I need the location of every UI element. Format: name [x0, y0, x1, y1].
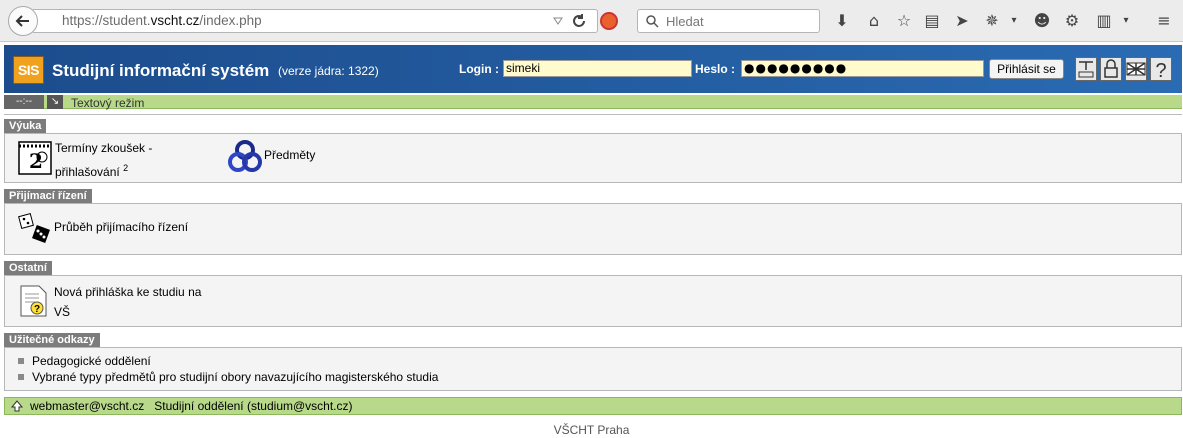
home-icon[interactable]: ⌂: [864, 11, 884, 31]
help-button[interactable]: ?: [1150, 57, 1172, 81]
new-application-link[interactable]: Nová přihláška ke studiu na: [54, 284, 201, 300]
search-placeholder: Hledat: [666, 14, 704, 29]
chat-icon[interactable]: ☻: [1032, 11, 1052, 31]
search-input[interactable]: [637, 9, 820, 33]
exam-terms-link-line2[interactable]: přihlašování 2: [55, 160, 128, 180]
login-label: Login :: [459, 62, 499, 76]
bullet-icon: [18, 358, 24, 364]
sis-logo[interactable]: SIS: [13, 56, 44, 84]
section-ostatni: [4, 275, 1182, 327]
new-application-link-line2[interactable]: VŠ: [54, 304, 70, 320]
version-label: (verze jádra: 1322): [278, 64, 379, 78]
extension-menu-icon[interactable]: ▾: [1004, 11, 1024, 31]
extension2-icon[interactable]: ⚙: [1062, 11, 1082, 31]
question-mark-icon: ?: [1155, 60, 1166, 80]
bookmark-star-icon[interactable]: ☆: [894, 11, 914, 31]
uk-flag-icon: [1126, 62, 1146, 76]
section-title-ostatni: Ostatní: [4, 261, 52, 275]
keyboard-toggle-button[interactable]: [1075, 57, 1097, 81]
divider: [4, 114, 1182, 115]
section-vyuka: [4, 133, 1182, 183]
reading-list-icon[interactable]: ▤: [922, 11, 942, 31]
lock-icon: [1104, 59, 1118, 78]
link-subject-types[interactable]: Vybrané typy předmětů pro studijní obory…: [32, 369, 438, 385]
collapse-arrow-icon[interactable]: ↘: [47, 95, 63, 109]
institution-name: VŠCHT Praha: [553, 423, 630, 437]
download-icon[interactable]: ⬇: [832, 11, 852, 31]
section-title-odkazy: Užitečné odkazy: [4, 333, 100, 347]
url-text[interactable]: https://student.vscht.cz/index.php: [62, 13, 262, 28]
login-field[interactable]: simeki: [503, 60, 692, 77]
back-arrow-icon: [15, 15, 29, 27]
section-title-prijimaci: Přijímací řízení: [4, 189, 92, 203]
addon-blocker-icon[interactable]: [600, 12, 618, 30]
language-button[interactable]: [1125, 57, 1147, 81]
send-icon[interactable]: ➤: [952, 11, 972, 31]
svg-text:?: ?: [34, 304, 40, 315]
hamburger-menu-icon[interactable]: ≡: [1154, 11, 1174, 31]
subjects-knot-icon[interactable]: [227, 139, 263, 175]
subjects-link[interactable]: Předměty: [264, 147, 315, 163]
tool-strip: [4, 95, 1182, 109]
exam-terms-link[interactable]: Termíny zkoušek -: [55, 140, 152, 156]
extension-icon[interactable]: ✵: [982, 11, 1002, 31]
exam-terms-icon[interactable]: 2: [18, 141, 52, 175]
arrow-up-icon[interactable]: [11, 400, 23, 412]
session-clock: --:--: [4, 95, 44, 109]
exam-count-badge: 2: [123, 163, 129, 173]
password-field[interactable]: ●●●●●●●●●: [741, 60, 984, 77]
webmaster-link[interactable]: webmaster@vscht.cz: [30, 399, 144, 413]
login-button[interactable]: Přihlásit se: [989, 59, 1064, 79]
admission-dice-icon[interactable]: [18, 211, 52, 245]
admission-progress-link[interactable]: Průběh přijímacího řízení: [54, 219, 188, 235]
lock-button[interactable]: [1100, 57, 1122, 81]
application-document-icon[interactable]: ?: [18, 284, 50, 318]
text-mode-link[interactable]: Textový režim: [71, 96, 144, 110]
footer-links: webmaster@vscht.cz Studijní oddělení (st…: [30, 399, 353, 413]
clipboard-menu-icon[interactable]: ▾: [1116, 11, 1136, 31]
pen-abc-icon: [1078, 61, 1094, 78]
study-office-link[interactable]: Studijní oddělení (studium@vscht.cz): [154, 399, 352, 413]
password-label: Heslo :: [695, 62, 736, 76]
search-icon: [646, 15, 659, 28]
clipboard-icon[interactable]: ▥: [1094, 11, 1114, 31]
reload-icon[interactable]: [571, 13, 587, 29]
page-title: Studijní informační systém: [52, 61, 270, 80]
bullet-icon: [18, 374, 24, 380]
back-button[interactable]: [8, 6, 38, 36]
svg-text:?: ?: [1155, 60, 1166, 80]
section-title-vyuka: Výuka: [4, 119, 47, 133]
link-pedagogical-department[interactable]: Pedagogické oddělení: [32, 353, 151, 369]
chevron-down-icon[interactable]: [552, 15, 564, 27]
